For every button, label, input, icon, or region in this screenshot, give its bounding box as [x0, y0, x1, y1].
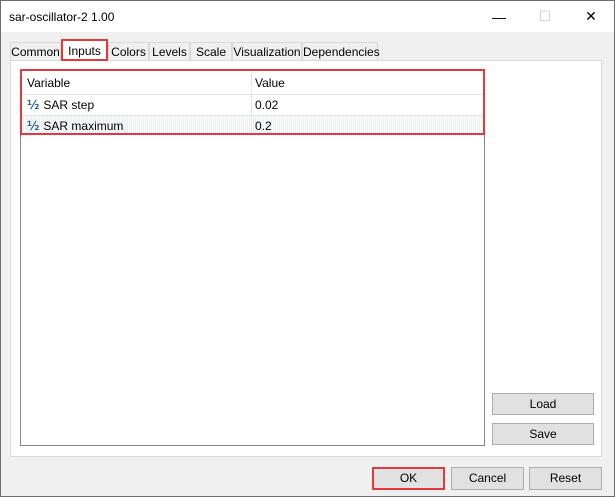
column-separator — [251, 95, 252, 115]
minimize-button[interactable]: — — [476, 1, 522, 32]
window-title: sar-oscillator-2 1.00 — [9, 10, 115, 24]
inputs-panel: Variable Value ½ SAR step 0.02 ½ SAR maxim… — [10, 60, 602, 457]
dialog-window: sar-oscillator-2 1.00 — ☐ ✕ Common Input… — [0, 0, 615, 497]
tab-scale[interactable]: Scale — [190, 42, 232, 60]
grid-header: Variable Value — [21, 73, 484, 94]
value-cell[interactable]: 0.2 — [255, 116, 272, 137]
close-icon: ✕ — [585, 8, 597, 24]
save-button[interactable]: Save — [492, 423, 594, 445]
tab-inputs[interactable]: Inputs — [61, 39, 108, 61]
title-bar: sar-oscillator-2 1.00 — ☐ ✕ — [1, 1, 614, 32]
maximize-button: ☐ — [522, 1, 568, 32]
half-fraction-icon: ½ — [27, 98, 40, 112]
ok-button[interactable]: OK — [372, 467, 445, 490]
header-variable: Variable — [27, 76, 71, 90]
variable-cell: ½ SAR maximum — [27, 116, 123, 137]
variable-cell: ½ SAR step — [27, 95, 94, 116]
column-separator — [251, 116, 252, 136]
close-button[interactable]: ✕ — [568, 1, 614, 32]
inputs-grid: Variable Value ½ SAR step 0.02 ½ SAR maxim… — [20, 69, 485, 446]
load-button[interactable]: Load — [492, 393, 594, 415]
tab-levels[interactable]: Levels — [149, 42, 190, 60]
tab-colors[interactable]: Colors — [108, 42, 149, 60]
table-row[interactable]: ½ SAR maximum 0.2 — [21, 115, 484, 136]
minimize-icon: — — [492, 8, 506, 25]
value-cell[interactable]: 0.02 — [255, 95, 278, 116]
half-fraction-icon: ½ — [27, 119, 40, 133]
variable-name: SAR maximum — [43, 119, 124, 133]
variable-name: SAR step — [43, 98, 95, 112]
table-row[interactable]: ½ SAR step 0.02 — [21, 94, 484, 115]
header-value: Value — [255, 76, 285, 90]
reset-button[interactable]: Reset — [529, 467, 602, 490]
tab-dependencies[interactable]: Dependencies — [302, 42, 380, 60]
column-separator — [251, 73, 252, 94]
tab-common[interactable]: Common — [10, 42, 61, 60]
tab-visualization[interactable]: Visualization — [232, 42, 302, 60]
maximize-icon: ☐ — [538, 8, 552, 24]
cancel-button[interactable]: Cancel — [451, 467, 524, 490]
